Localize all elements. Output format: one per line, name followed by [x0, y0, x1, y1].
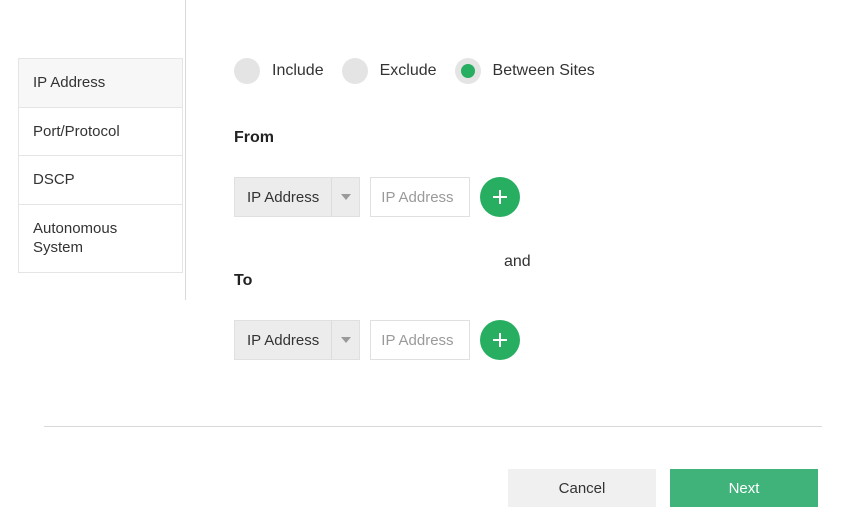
to-add-button[interactable]: [480, 320, 520, 360]
connector-and: and: [504, 253, 531, 271]
radio-icon: [455, 58, 481, 84]
to-row: IP Address: [234, 320, 826, 360]
from-ip-input[interactable]: [370, 177, 470, 217]
sidebar-item-dscp[interactable]: DSCP: [19, 155, 182, 204]
chevron-down-icon: [331, 321, 359, 359]
button-label: Cancel: [559, 480, 606, 497]
footer-divider: [44, 426, 822, 427]
button-label: Next: [729, 480, 760, 497]
radio-between-sites[interactable]: Between Sites: [455, 58, 595, 84]
to-heading: To: [234, 272, 826, 290]
main-panel: Include Exclude Between Sites From IP Ad…: [234, 58, 826, 360]
select-label: IP Address: [235, 189, 331, 206]
chevron-down-icon: [331, 178, 359, 216]
radio-label: Exclude: [380, 62, 437, 80]
sidebar: IP Address Port/Protocol DSCP Autonomous…: [18, 58, 183, 273]
sidebar-item-label: Port/Protocol: [33, 123, 120, 140]
sidebar-item-autonomous-system[interactable]: Autonomous System: [19, 204, 182, 272]
radio-label: Include: [272, 62, 324, 80]
from-type-select[interactable]: IP Address: [234, 177, 360, 217]
radio-exclude[interactable]: Exclude: [342, 58, 437, 84]
select-label: IP Address: [235, 332, 331, 349]
sidebar-divider: [185, 0, 186, 300]
sidebar-item-label: Autonomous System: [33, 220, 117, 257]
plus-icon: [493, 333, 507, 347]
radio-label: Between Sites: [493, 62, 595, 80]
sidebar-item-ip-address[interactable]: IP Address: [19, 59, 182, 107]
to-ip-input[interactable]: [370, 320, 470, 360]
radio-icon: [342, 58, 368, 84]
from-row: IP Address: [234, 177, 826, 217]
radio-icon: [234, 58, 260, 84]
sidebar-item-label: IP Address: [33, 74, 105, 91]
plus-icon: [493, 190, 507, 204]
footer: Cancel Next: [508, 469, 818, 507]
next-button[interactable]: Next: [670, 469, 818, 507]
radio-include[interactable]: Include: [234, 58, 324, 84]
to-type-select[interactable]: IP Address: [234, 320, 360, 360]
sidebar-item-port-protocol[interactable]: Port/Protocol: [19, 107, 182, 156]
sidebar-item-label: DSCP: [33, 171, 75, 188]
from-heading: From: [234, 129, 826, 147]
cancel-button[interactable]: Cancel: [508, 469, 656, 507]
mode-radio-row: Include Exclude Between Sites: [234, 58, 826, 84]
from-add-button[interactable]: [480, 177, 520, 217]
